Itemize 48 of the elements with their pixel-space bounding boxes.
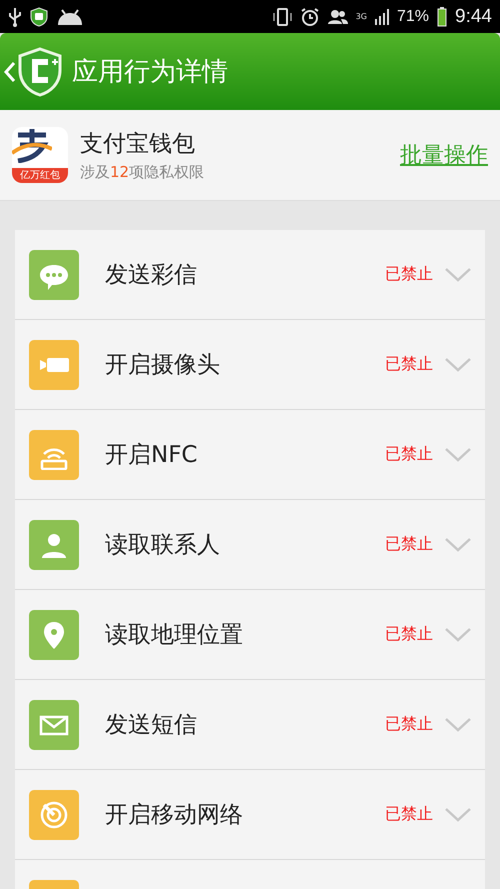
chevron-down-icon[interactable] xyxy=(445,718,471,732)
permission-status: 已禁止 xyxy=(385,804,433,825)
permission-label: 开启移动网络 xyxy=(105,801,244,830)
permission-row[interactable]: 读取联系人 已禁止 xyxy=(15,500,485,590)
radar-icon xyxy=(39,800,69,830)
shield-logo-icon xyxy=(18,46,62,96)
usb-icon xyxy=(8,6,22,26)
people-icon xyxy=(328,8,348,24)
back-icon xyxy=(4,60,16,82)
permission-row[interactable]: 发送彩信 已禁止 xyxy=(15,230,485,320)
vibrate-icon xyxy=(272,6,292,26)
network-type: 3G xyxy=(356,12,367,21)
chevron-down-icon[interactable] xyxy=(445,538,471,552)
app-name: 支付宝钱包 xyxy=(80,130,196,159)
permission-status: 已禁止 xyxy=(385,444,433,465)
permission-row[interactable]: 开启移动网络 已禁止 xyxy=(15,770,485,860)
alarm-icon xyxy=(300,6,320,26)
battery-icon xyxy=(437,6,448,26)
chevron-down-icon[interactable] xyxy=(445,448,471,462)
permission-row[interactable]: 发送短信 已禁止 xyxy=(15,680,485,770)
permission-label: 开启摄像头 xyxy=(105,351,221,380)
chevron-down-icon[interactable] xyxy=(445,268,471,282)
permission-label: 读取地理位置 xyxy=(105,621,244,650)
permission-row[interactable]: 开启NFC 已禁止 xyxy=(15,410,485,500)
permission-label: 发送彩信 xyxy=(105,261,198,290)
back-button[interactable] xyxy=(4,46,62,96)
shield-icon xyxy=(30,6,48,26)
android-icon xyxy=(56,8,84,26)
permission-row[interactable]: 开启摄像头 已禁止 xyxy=(15,320,485,410)
permission-status: 已禁止 xyxy=(385,714,433,735)
permission-summary: 涉及12项隐私权限 xyxy=(80,163,206,182)
permission-status: 已禁止 xyxy=(385,624,433,645)
app-glyph-icon xyxy=(12,127,52,163)
chevron-down-icon[interactable] xyxy=(445,628,471,642)
page-title: 应用行为详情 xyxy=(72,56,228,89)
permission-label: 发送短信 xyxy=(105,711,198,740)
chevron-down-icon[interactable] xyxy=(445,358,471,372)
app-badge: 亿万红包 xyxy=(12,168,68,183)
permission-status: 已禁止 xyxy=(385,354,433,375)
permission-status: 已禁止 xyxy=(385,534,433,555)
permission-row[interactable]: 读取地理位置 已禁止 xyxy=(15,590,485,680)
permission-status: 已禁止 xyxy=(385,264,433,285)
battery-percent: 71% xyxy=(396,8,430,26)
permission-label: 读取联系人 xyxy=(105,531,221,560)
clock: 9:44 xyxy=(455,6,492,28)
signal-icon xyxy=(374,8,389,24)
chevron-down-icon[interactable] xyxy=(445,808,471,822)
permission-label: 开启NFC xyxy=(105,441,198,470)
